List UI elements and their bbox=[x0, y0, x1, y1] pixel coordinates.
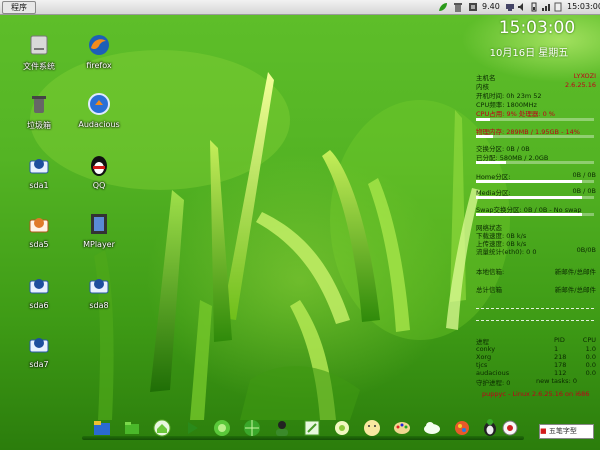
sysinfo-row: CPU占用: 9% 处理器: 0 % bbox=[476, 110, 555, 118]
film-icon bbox=[86, 211, 112, 237]
drive-icon bbox=[26, 331, 52, 357]
process-row: Xorg 218 0.0 bbox=[476, 353, 596, 361]
chip-icon[interactable] bbox=[468, 2, 478, 12]
desktop-icon-audacious[interactable]: Audacious bbox=[69, 91, 129, 129]
bell-icon[interactable] bbox=[500, 418, 520, 438]
battery-icon[interactable] bbox=[529, 2, 539, 12]
drive-icon bbox=[26, 272, 52, 298]
network-speed: 9.40 bbox=[482, 2, 500, 11]
globe-icon[interactable] bbox=[212, 418, 232, 438]
conky-footer: puppyc - Linux 2.6.25.16 on i686 bbox=[482, 390, 590, 398]
user-icon[interactable] bbox=[272, 418, 292, 438]
gear-icon[interactable] bbox=[332, 418, 352, 438]
desktop-icon-label: sda7 bbox=[29, 360, 49, 369]
mail-total-row: 总计信箱 新邮件/总邮件 bbox=[476, 286, 596, 294]
drive-icon bbox=[86, 272, 112, 298]
paint-icon[interactable] bbox=[452, 418, 472, 438]
panel-clock[interactable]: 15:03:00 bbox=[567, 1, 600, 13]
desktop-icon-sda6[interactable]: sda6 bbox=[9, 272, 69, 310]
desktop-icon-label: sda5 bbox=[29, 240, 49, 249]
speaker-icon[interactable] bbox=[517, 2, 527, 12]
desktop-icon-label: QQ bbox=[92, 181, 106, 190]
signal-icon[interactable] bbox=[541, 2, 551, 12]
audacious-icon bbox=[86, 91, 112, 117]
process-row: 守护进程: 0 new tasks: 0 bbox=[476, 377, 577, 387]
desktop-icon-label: sda6 bbox=[29, 301, 49, 310]
desktop-icon-qq[interactable]: QQ bbox=[69, 152, 129, 190]
media-partition-bar bbox=[476, 196, 594, 199]
leaf-icon[interactable] bbox=[438, 2, 448, 12]
desktop-icon-sda8[interactable]: sda8 bbox=[69, 272, 129, 310]
home-partition-bar bbox=[476, 180, 594, 183]
penguin-icon[interactable] bbox=[480, 418, 500, 438]
desktop-icon-label: 垃圾箱 bbox=[27, 121, 51, 130]
folder-icon[interactable] bbox=[92, 418, 112, 438]
desktop-icon-filesystem[interactable]: 文件系统 bbox=[9, 32, 69, 72]
firefox-icon bbox=[86, 32, 112, 58]
desktop-icon-sda7[interactable]: sda7 bbox=[9, 331, 69, 369]
desktop-icon-mplayer[interactable]: MPlayer bbox=[69, 211, 129, 249]
network-line: 流量统计(eth0): 0 0 0B/0B bbox=[476, 246, 596, 256]
drive-icon bbox=[26, 211, 52, 237]
process-row: conky 1 1.0 bbox=[476, 345, 596, 353]
process-row: tjcs 178 0.0 bbox=[476, 361, 596, 369]
face-icon[interactable] bbox=[362, 418, 382, 438]
dock bbox=[88, 418, 518, 442]
separator bbox=[476, 308, 594, 309]
conky-clock: 15:03:00 bbox=[498, 18, 576, 38]
desktop-icon-label: MPlayer bbox=[83, 240, 115, 249]
ime-logo-icon: ■ bbox=[540, 427, 547, 435]
desktop-icon-label: sda8 bbox=[89, 301, 109, 310]
drive-icon bbox=[26, 32, 52, 58]
desktop-icon-label: firefox bbox=[86, 61, 112, 70]
palette-icon[interactable] bbox=[392, 418, 412, 438]
network-icon[interactable] bbox=[505, 2, 515, 12]
desktop-icon-label: Audacious bbox=[78, 120, 120, 129]
mail-row: 本地信箱: 新邮件/总邮件 bbox=[476, 268, 596, 276]
camera-icon[interactable] bbox=[302, 418, 322, 438]
cpu-bar bbox=[476, 118, 594, 121]
desktop-icon-sda1[interactable]: sda1 bbox=[9, 152, 69, 190]
process-row: audacious 112 0.0 bbox=[476, 369, 596, 377]
applications-menu-button[interactable]: 程序 bbox=[2, 1, 36, 14]
clipboard-icon[interactable] bbox=[553, 2, 563, 12]
folder-icon[interactable] bbox=[122, 418, 142, 438]
globe-icon[interactable] bbox=[242, 418, 262, 438]
conky-date: 10月16日 星期五 bbox=[489, 48, 569, 59]
play-icon[interactable] bbox=[182, 418, 202, 438]
desktop-icon-label: 文件系统 bbox=[23, 62, 55, 71]
home-icon[interactable] bbox=[152, 418, 172, 438]
memory-bar bbox=[476, 135, 594, 138]
separator bbox=[476, 320, 594, 321]
drive-icon bbox=[26, 152, 52, 178]
desktop-icon-sda5[interactable]: sda5 bbox=[9, 211, 69, 249]
swap-partition-bar bbox=[476, 213, 594, 216]
trash-icon bbox=[26, 91, 52, 117]
cloud-icon[interactable] bbox=[422, 418, 442, 438]
penguin-icon bbox=[86, 152, 112, 178]
input-method-button[interactable]: ■ 五笔字型 bbox=[539, 424, 594, 439]
swap-bar bbox=[476, 161, 594, 164]
desktop-icon-label: sda1 bbox=[29, 181, 49, 190]
desktop-icon-trash[interactable]: 垃圾箱 bbox=[9, 91, 69, 131]
top-panel: 程序 9.40 15:03:00 bbox=[0, 0, 600, 15]
desktop: 程序 9.40 15:03:00 文件系统 firefox 垃圾箱 Audaci… bbox=[0, 0, 600, 450]
conky-monitor: 15:03:00 10月16日 星期五 主机名 LYXOZI 内核 2.6.25.1… bbox=[474, 14, 600, 410]
desktop-icon-firefox[interactable]: firefox bbox=[69, 32, 129, 70]
trash-icon[interactable] bbox=[453, 2, 463, 12]
